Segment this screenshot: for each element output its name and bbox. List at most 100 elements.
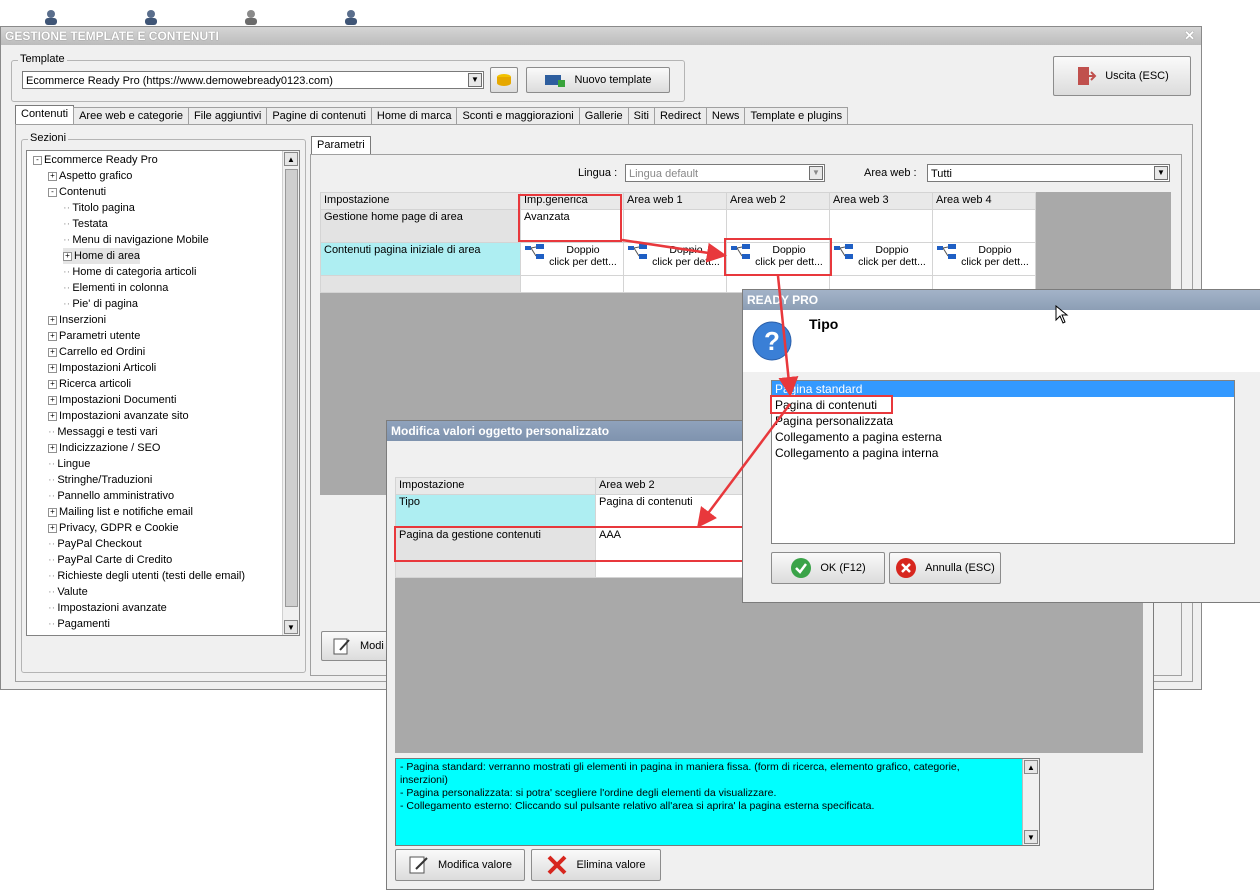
tree-item[interactable]: ·· Impostazioni avanzate: [48, 600, 167, 616]
chevron-down-icon[interactable]: ▼: [809, 166, 823, 180]
grid-cell[interactable]: Doppio click per dett...: [623, 242, 727, 276]
database-button[interactable]: [490, 67, 518, 93]
tree-item[interactable]: - Contenuti: [48, 184, 106, 200]
grid-cell[interactable]: [932, 209, 1036, 243]
tree-item[interactable]: ·· Pie' di pagina: [63, 296, 138, 312]
tree-scrollbar[interactable]: ▲ ▼: [282, 151, 299, 635]
expand-icon[interactable]: +: [48, 395, 57, 405]
scroll-thumb[interactable]: [285, 169, 298, 607]
modify-value-button[interactable]: Modifica valore: [395, 849, 525, 881]
collapse-icon[interactable]: -: [48, 187, 57, 197]
ok-button[interactable]: OK (F12): [771, 552, 885, 584]
tree-item[interactable]: + Carrello ed Ordini: [48, 344, 145, 360]
tree-item-label: Home di area: [74, 250, 141, 262]
tree-item[interactable]: ·· PayPal Checkout: [48, 536, 142, 552]
area-web-select[interactable]: Tutti ▼: [927, 164, 1170, 182]
expand-icon[interactable]: +: [48, 315, 57, 325]
delete-x-icon: [548, 855, 567, 875]
tree-item[interactable]: ·· Messaggi e testi vari: [48, 424, 158, 440]
tree-item[interactable]: + Inserzioni: [48, 312, 106, 328]
grid-cell[interactable]: Doppio click per dett...: [932, 242, 1036, 276]
expand-icon[interactable]: +: [48, 507, 57, 517]
expand-icon[interactable]: +: [48, 171, 57, 181]
tree-item[interactable]: + Impostazioni avanzate sito: [48, 408, 189, 424]
expand-icon[interactable]: +: [48, 443, 57, 453]
cell-line: Doppio: [669, 244, 703, 256]
tree-item-label: PayPal Carte di Credito: [57, 554, 173, 566]
tree-item[interactable]: ·· Pannello amministrativo: [48, 488, 174, 504]
tree-item[interactable]: + Mailing list e notifiche email: [48, 504, 193, 520]
tree-item[interactable]: ·· Stringhe/Traduzioni: [48, 472, 152, 488]
expand-icon[interactable]: +: [48, 347, 57, 357]
chevron-down-icon[interactable]: ▼: [468, 73, 482, 87]
grid-cell[interactable]: Doppio click per dett...: [829, 242, 933, 276]
tree-item[interactable]: + Ricerca articoli: [48, 376, 131, 392]
tree-item[interactable]: + Privacy, GDPR e Cookie: [48, 520, 179, 536]
exit-door-icon: [1078, 67, 1097, 85]
new-template-button[interactable]: Nuovo template: [526, 67, 670, 93]
tree-item[interactable]: ·· PayPal Carte di Credito: [48, 552, 172, 568]
tree-item[interactable]: ·· Menu di navigazione Mobile: [63, 232, 209, 248]
template-select[interactable]: Ecommerce Ready Pro (https://www.demoweb…: [22, 71, 484, 89]
expand-icon[interactable]: +: [48, 379, 57, 389]
grid-cell[interactable]: [623, 209, 727, 243]
chevron-down-icon[interactable]: ▼: [1154, 166, 1168, 180]
cancel-button[interactable]: Annulla (ESC): [889, 552, 1001, 584]
tree-item[interactable]: ·· Richieste degli utenti (testi delle em…: [48, 568, 245, 584]
tree-item[interactable]: + Aspetto grafico: [48, 168, 132, 184]
tree-structure-icon: [937, 244, 956, 259]
expand-icon[interactable]: +: [48, 411, 57, 421]
collapse-icon[interactable]: -: [33, 155, 42, 165]
expand-icon[interactable]: +: [48, 523, 57, 533]
window-titlebar: GESTIONE TEMPLATE E CONTENUTI ✕: [1, 27, 1201, 45]
tree-item-label: Impostazioni Documenti: [59, 394, 177, 406]
tree-item[interactable]: + Home di area: [63, 248, 141, 264]
tree-item[interactable]: + Impostazioni Articoli: [48, 360, 156, 376]
expand-icon[interactable]: +: [48, 363, 57, 373]
tree-item[interactable]: + Indicizzazione / SEO: [48, 440, 161, 456]
cell-line: Doppio: [875, 244, 909, 256]
delete-value-button[interactable]: Elimina valore: [531, 849, 661, 881]
scroll-up-icon[interactable]: ▲: [284, 152, 298, 166]
tab-contenuti[interactable]: Contenuti: [15, 105, 75, 126]
scroll-down-icon[interactable]: ▼: [1024, 830, 1038, 844]
modify-value-label: Modifica valore: [438, 859, 512, 871]
tree-item[interactable]: ·· Valute: [48, 584, 88, 600]
help-line: - Pagina personalizzata: si potra' scegl…: [400, 787, 777, 799]
tree-connector: ··: [48, 570, 56, 582]
tree-structure-icon: [834, 244, 853, 259]
mouse-cursor-icon: [1055, 305, 1069, 324]
tree-item[interactable]: ·· Pagamenti: [48, 616, 110, 632]
tree-item[interactable]: - Ecommerce Ready Pro: [33, 152, 158, 168]
tree-item-label: Pie' di pagina: [72, 298, 139, 310]
scroll-up-icon[interactable]: ▲: [1024, 760, 1038, 774]
tree-connector: ··: [63, 234, 71, 246]
scroll-down-icon[interactable]: ▼: [284, 620, 298, 634]
expand-icon[interactable]: +: [63, 251, 72, 261]
tipo-option[interactable]: Collegamento a pagina interna: [772, 445, 1234, 461]
tree-item[interactable]: ·· Elementi in colonna: [63, 280, 168, 296]
tree-item[interactable]: ·· Home di categoria articoli: [63, 264, 196, 280]
tipo-option[interactable]: Pagina personalizzata: [772, 413, 1234, 429]
tree-item[interactable]: + Parametri utente: [48, 328, 140, 344]
expand-icon[interactable]: +: [48, 331, 57, 341]
tree-item[interactable]: ·· Testata: [63, 216, 108, 232]
grid-cell[interactable]: Doppio click per dett...: [520, 242, 624, 276]
tipo-option[interactable]: Collegamento a pagina esterna: [772, 429, 1234, 445]
tree-item-label: Titolo pagina: [72, 202, 135, 214]
tree-item-label: Messaggi e testi vari: [57, 426, 158, 438]
tree-item[interactable]: ·· Lingue: [48, 456, 90, 472]
tree-item-label: Elementi in colonna: [72, 282, 169, 294]
help-scrollbar[interactable]: ▲ ▼: [1022, 759, 1039, 845]
lingua-select-value: Lingua default: [629, 168, 699, 180]
exit-button[interactable]: Uscita (ESC): [1053, 56, 1191, 96]
tree-item-label: Privacy, GDPR e Cookie: [59, 522, 179, 534]
lingua-select[interactable]: Lingua default ▼: [625, 164, 825, 182]
close-icon[interactable]: ✕: [1184, 27, 1195, 45]
edit-row-value[interactable]: Pagina di contenuti: [595, 494, 746, 528]
tree-item[interactable]: ·· Titolo pagina: [63, 200, 135, 216]
template-group: Template Ecommerce Ready Pro (https://ww…: [11, 53, 685, 102]
tree-item[interactable]: + Impostazioni Documenti: [48, 392, 176, 408]
grid-cell[interactable]: [829, 209, 933, 243]
tree-connector: ··: [48, 426, 56, 438]
